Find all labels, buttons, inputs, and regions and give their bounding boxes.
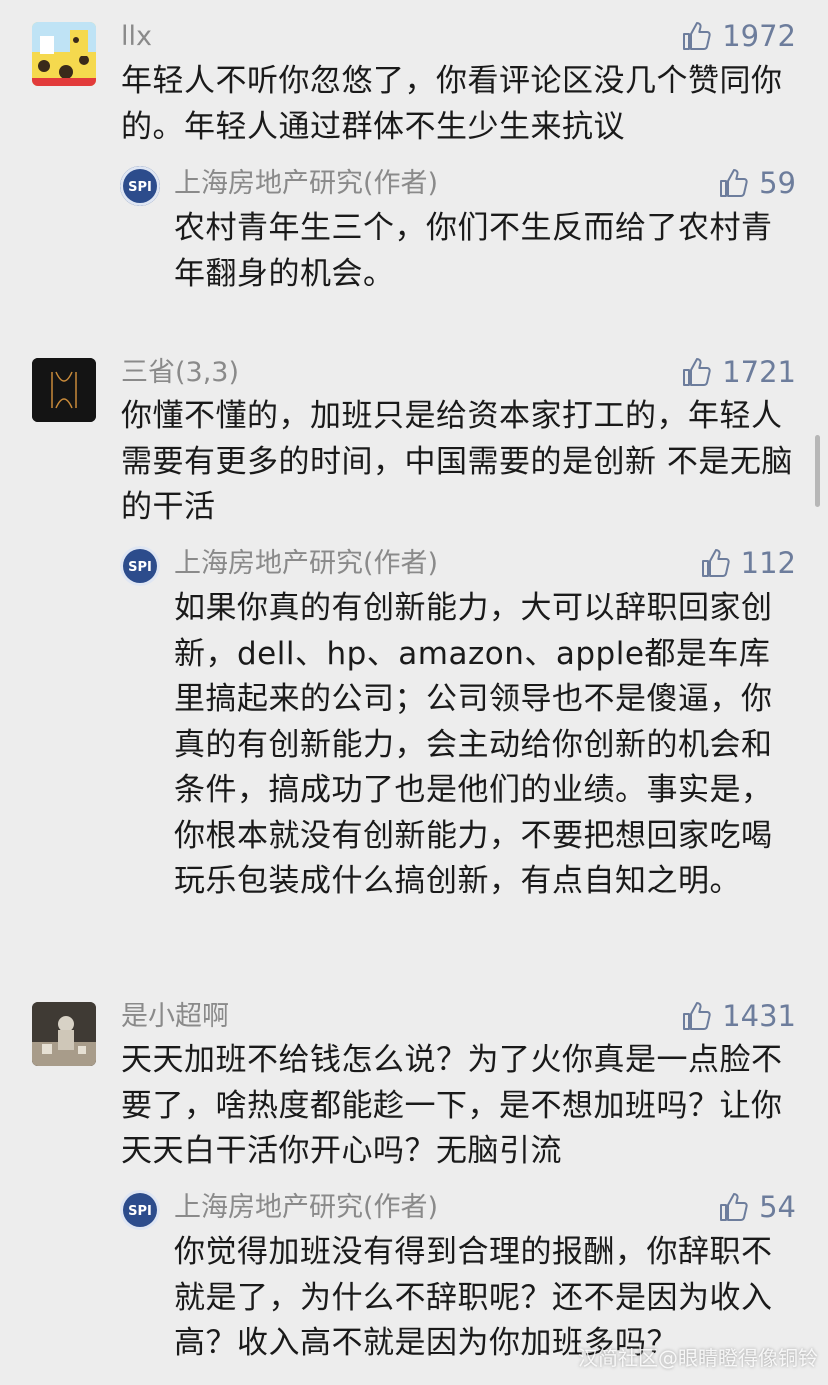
author-avatar[interactable]: SPI bbox=[120, 166, 160, 206]
author-avatar-label: SPI bbox=[128, 180, 152, 195]
reply-text: 如果你真的有创新能力，大可以辞职回家创新，dell、hp、amazon、appl… bbox=[174, 590, 773, 899]
avatar[interactable] bbox=[32, 22, 96, 86]
thumbs-up-icon bbox=[720, 1193, 748, 1221]
commenter-name[interactable]: 是小超啊 bbox=[121, 1000, 229, 1034]
like-button[interactable]: 112 bbox=[699, 545, 796, 581]
commenter-name[interactable]: llx bbox=[121, 20, 152, 54]
author-avatar[interactable]: SPI bbox=[120, 546, 160, 586]
author-avatar[interactable]: SPI bbox=[120, 1190, 160, 1230]
comment-text: 你懂不懂的，加班只是给资本家打工的，年轻人需要有更多的时间，中国需要的是创新 不… bbox=[121, 398, 793, 525]
like-button[interactable]: 1972 bbox=[680, 18, 796, 54]
like-button[interactable]: 1431 bbox=[680, 998, 796, 1034]
thumbs-up-icon bbox=[683, 22, 711, 50]
like-count: 1721 bbox=[722, 355, 796, 389]
author-avatar-label: SPI bbox=[128, 1204, 152, 1219]
reply-text: 农村青年生三个，你们不生反而给了农村青年翻身的机会。 bbox=[174, 210, 773, 292]
like-button[interactable]: 59 bbox=[717, 165, 796, 201]
watermark: 汉简社区@眼睛瞪得像铜铃 bbox=[578, 1346, 818, 1370]
reply-author-name[interactable]: 上海房地产研究(作者) bbox=[174, 167, 438, 201]
avatar[interactable] bbox=[32, 1002, 96, 1066]
like-count: 112 bbox=[740, 546, 796, 580]
comment-text: 天天加班不给钱怎么说？为了火你真是一点脸不要了，啥热度都能趁一下，是不想加班吗？… bbox=[121, 1042, 783, 1169]
like-count: 54 bbox=[759, 1190, 796, 1224]
reply-author-name[interactable]: 上海房地产研究(作者) bbox=[174, 547, 438, 581]
scrollbar[interactable] bbox=[815, 435, 820, 507]
like-count: 59 bbox=[759, 166, 796, 200]
thumbs-up-icon bbox=[720, 169, 748, 197]
thumbs-up-icon bbox=[683, 358, 711, 386]
like-button[interactable]: 54 bbox=[717, 1189, 796, 1225]
like-count: 1431 bbox=[722, 999, 796, 1033]
avatar[interactable] bbox=[32, 358, 96, 422]
author-avatar-label: SPI bbox=[128, 560, 152, 575]
reply-author-name[interactable]: 上海房地产研究(作者) bbox=[174, 1191, 438, 1225]
commenter-name[interactable]: 三省(3,3) bbox=[121, 356, 239, 390]
like-button[interactable]: 1721 bbox=[680, 354, 796, 390]
like-count: 1972 bbox=[722, 19, 796, 53]
comment-text: 年轻人不听你忽悠了，你看评论区没几个赞同你的。年轻人通过群体不生少生来抗议 bbox=[121, 63, 783, 145]
thumbs-up-icon bbox=[701, 549, 730, 577]
thumbs-up-icon bbox=[683, 1002, 711, 1030]
